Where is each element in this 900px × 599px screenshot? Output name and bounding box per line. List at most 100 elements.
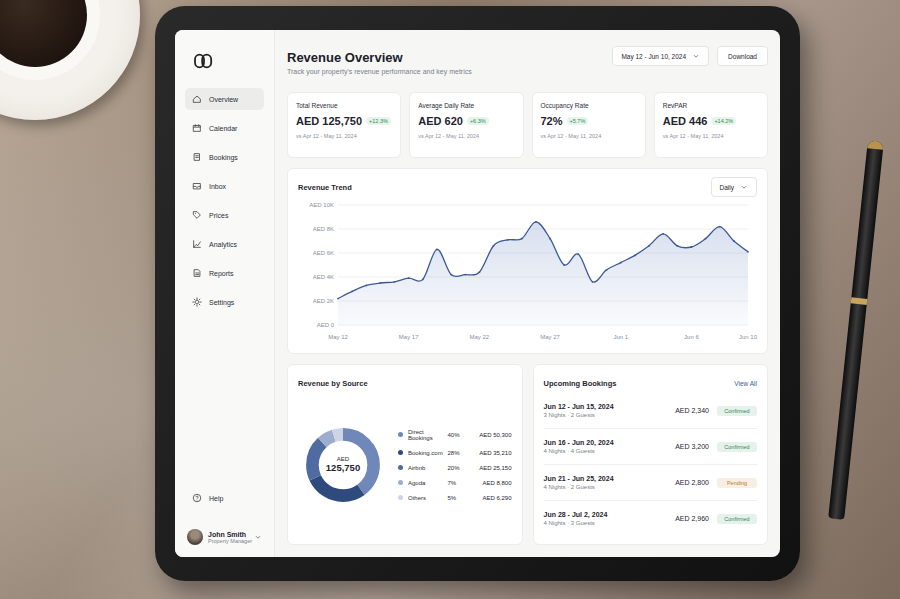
- data-point[interactable]: [719, 226, 721, 228]
- data-point[interactable]: [691, 246, 693, 248]
- gear-icon: [192, 297, 202, 307]
- page-subtitle: Track your property's revenue performanc…: [287, 68, 472, 75]
- data-point[interactable]: [507, 239, 509, 241]
- data-point[interactable]: [563, 264, 565, 266]
- donut-segment[interactable]: [312, 434, 373, 495]
- kpi-card: Total RevenueAED 125,750+12.3%vs Apr 12 …: [287, 92, 401, 158]
- legend-dot: [398, 465, 403, 470]
- booking-row[interactable]: Jun 12 - Jun 15, 20243 Nights · 2 Guests…: [544, 393, 758, 428]
- data-point[interactable]: [549, 238, 551, 240]
- status-badge: Confirmed: [717, 442, 757, 452]
- data-point[interactable]: [705, 238, 707, 240]
- data-point[interactable]: [535, 221, 537, 223]
- tag-icon: [192, 210, 202, 220]
- data-point[interactable]: [620, 262, 622, 264]
- bookings-icon: [192, 152, 202, 162]
- data-point[interactable]: [747, 251, 749, 253]
- data-point[interactable]: [408, 277, 410, 279]
- donut-chart: AED125,750: [298, 420, 388, 510]
- home-icon: [192, 94, 202, 104]
- logo-icon[interactable]: [193, 52, 215, 70]
- booking-row[interactable]: Jun 21 - Jun 25, 20244 Nights · 2 Guests…: [544, 464, 758, 500]
- sidebar-item[interactable]: Analytics: [185, 233, 264, 255]
- data-point[interactable]: [436, 249, 438, 251]
- area-fill: [338, 222, 748, 325]
- change-badge: +5.7%: [567, 117, 589, 125]
- kpi-row: Total RevenueAED 125,750+12.3%vs Apr 12 …: [287, 92, 768, 158]
- data-point[interactable]: [606, 269, 608, 271]
- donut-segment[interactable]: [312, 434, 373, 495]
- help-link[interactable]: Help: [185, 487, 264, 509]
- legend-item: Direct Bookings40%AED 50,300: [398, 429, 512, 441]
- interval-dropdown[interactable]: Daily: [711, 177, 757, 197]
- data-point[interactable]: [450, 274, 452, 276]
- donut-segment[interactable]: [312, 434, 373, 495]
- change-badge: +14.2%: [711, 117, 736, 125]
- dashboard-screen: Overview Calendar Bookings Inbox Prices Analy…: [175, 30, 780, 557]
- source-legend: Direct Bookings40%AED 50,300Booking.com2…: [398, 429, 512, 501]
- data-point[interactable]: [351, 291, 353, 293]
- sidebar-item[interactable]: Bookings: [185, 146, 264, 168]
- data-point[interactable]: [662, 233, 664, 235]
- x-tick: May 27: [540, 334, 560, 340]
- sidebar-item[interactable]: Settings: [185, 291, 264, 313]
- sidebar-nav: Overview Calendar Bookings Inbox Prices Analy…: [185, 88, 264, 313]
- data-point[interactable]: [365, 285, 367, 287]
- x-tick: Jun 1: [613, 334, 628, 340]
- upcoming-bookings: Upcoming BookingsView AllJun 12 - Jun 15…: [533, 364, 769, 545]
- chevron-down-icon: [254, 533, 262, 541]
- data-point[interactable]: [380, 282, 382, 284]
- chevron-down-icon: [740, 183, 748, 191]
- data-point[interactable]: [577, 253, 579, 255]
- legend-item: Airbnb20%AED 25,150: [398, 465, 512, 471]
- view-all-link[interactable]: View All: [734, 380, 757, 387]
- sidebar-item[interactable]: Inbox: [185, 175, 264, 197]
- data-point[interactable]: [478, 271, 480, 273]
- inbox-icon: [192, 181, 202, 191]
- data-point[interactable]: [521, 238, 523, 240]
- sidebar-item[interactable]: Overview: [185, 88, 264, 110]
- data-point[interactable]: [592, 281, 594, 283]
- legend-item: Others5%AED 6,290: [398, 495, 512, 501]
- data-point[interactable]: [648, 245, 650, 247]
- page-header: Revenue OverviewTrack your property's re…: [287, 46, 768, 82]
- data-point[interactable]: [394, 281, 396, 283]
- revenue-trend-chart: Revenue TrendDailyAED 10KAED 8KAED 6KAED…: [287, 168, 768, 354]
- tablet: Overview Calendar Bookings Inbox Prices Analy…: [155, 6, 800, 581]
- y-tick: AED 8K: [313, 226, 334, 232]
- data-point[interactable]: [493, 245, 495, 247]
- data-point[interactable]: [634, 255, 636, 257]
- data-point[interactable]: [464, 274, 466, 276]
- sidebar: Overview Calendar Bookings Inbox Prices Analy…: [175, 30, 275, 557]
- y-tick: AED 6K: [313, 250, 334, 256]
- y-tick: AED 2K: [313, 298, 334, 304]
- revenue-by-source: Revenue by SourceAED125,750Direct Bookin…: [287, 364, 523, 545]
- donut-segment[interactable]: [312, 434, 373, 495]
- donut-segment[interactable]: [312, 434, 373, 495]
- data-point[interactable]: [337, 298, 339, 300]
- y-tick: AED 4K: [313, 274, 334, 280]
- booking-row[interactable]: Jun 28 - Jul 2, 20244 Nights · 3 GuestsA…: [544, 500, 758, 536]
- status-badge: Confirmed: [717, 514, 757, 524]
- data-point[interactable]: [733, 240, 735, 242]
- calendar-icon: [192, 123, 202, 133]
- x-tick: Jun 6: [684, 334, 699, 340]
- legend-dot: [398, 480, 403, 485]
- status-badge: Pending: [717, 478, 757, 488]
- legend-item: Agoda7%AED 8,800: [398, 480, 512, 486]
- data-point[interactable]: [676, 245, 678, 247]
- line-chart: AED 10KAED 8KAED 6KAED 4KAED 2KAED 0May …: [298, 197, 757, 347]
- desk-scene: Overview Calendar Bookings Inbox Prices Analy…: [0, 0, 900, 599]
- sidebar-item[interactable]: Reports: [185, 262, 264, 284]
- booking-row[interactable]: Jun 16 - Jun 20, 20244 Nights · 4 Guests…: [544, 428, 758, 464]
- change-badge: +12.3%: [366, 117, 391, 125]
- user-menu[interactable]: John SmithProperty Manager: [185, 529, 264, 545]
- change-badge: +6.3%: [467, 117, 489, 125]
- reports-icon: [192, 268, 202, 278]
- sidebar-item[interactable]: Prices: [185, 204, 264, 226]
- date-range-picker[interactable]: May 12 - Jun 10, 2024: [612, 46, 709, 66]
- data-point[interactable]: [422, 279, 424, 281]
- help-circle-icon: [192, 493, 202, 503]
- download-button[interactable]: Download: [717, 46, 768, 66]
- sidebar-item[interactable]: Calendar: [185, 117, 264, 139]
